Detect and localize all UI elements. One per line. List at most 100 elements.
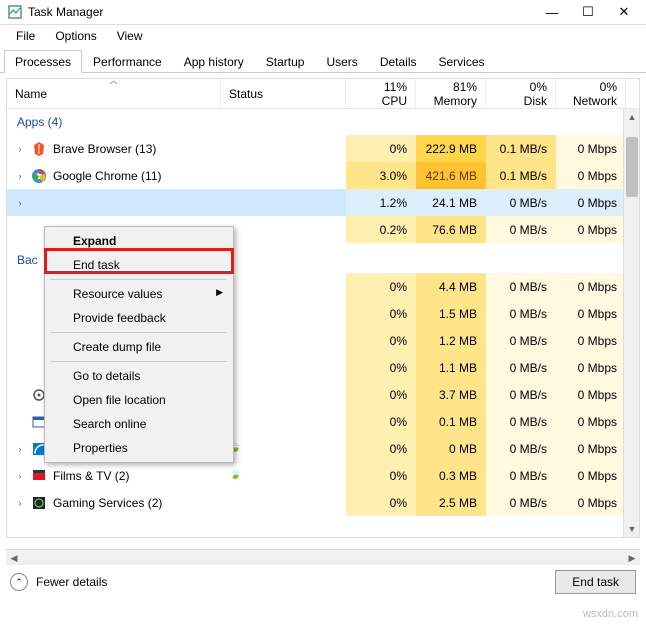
ctx-go-details[interactable]: Go to details: [47, 364, 231, 388]
cell-memory: 0 MB: [416, 435, 486, 462]
expand-toggle-icon[interactable]: ›: [15, 144, 25, 154]
table-row[interactable]: › Films & TV (2) 🍃 0% 0.3 MB 0 MB/s 0 Mb…: [7, 462, 639, 489]
close-button[interactable]: ✕: [606, 0, 642, 24]
cell-cpu: 0%: [346, 135, 416, 162]
col-memory[interactable]: 81% Memory: [416, 79, 486, 108]
cell-disk: 0 MB/s: [486, 381, 556, 408]
expand-toggle-icon[interactable]: ›: [15, 471, 25, 481]
cell-memory: 1.2 MB: [416, 327, 486, 354]
cell-cpu: 0%: [346, 435, 416, 462]
ctx-expand[interactable]: Expand: [47, 229, 231, 253]
cell-network: 0 Mbps: [556, 408, 626, 435]
tabs: Processes Performance App history Startu…: [0, 47, 646, 73]
table-row[interactable]: › Google Chrome (11) 3.0% 421.6 MB 0.1 M…: [7, 162, 639, 189]
expand-toggle-icon[interactable]: ›: [15, 444, 25, 454]
cell-disk: 0.1 MB/s: [486, 162, 556, 189]
cell-status: [221, 216, 346, 243]
tab-processes[interactable]: Processes: [4, 50, 82, 73]
ctx-end-task[interactable]: End task: [47, 253, 231, 277]
cell-memory: 76.6 MB: [416, 216, 486, 243]
ctx-separator: [51, 332, 227, 333]
table-row[interactable]: › Gaming Services (2) 0% 2.5 MB 0 MB/s 0…: [7, 489, 639, 516]
cell-cpu: 1.2%: [346, 189, 416, 216]
menu-view[interactable]: View: [107, 27, 153, 45]
cell-cpu: 0%: [346, 408, 416, 435]
ctx-open-file-location[interactable]: Open file location: [47, 388, 231, 412]
scrollbar-horizontal[interactable]: ◀ ▶: [6, 549, 640, 565]
watermark: wsxdn.com: [583, 608, 638, 620]
window-title: Task Manager: [28, 5, 534, 19]
table-row[interactable]: › 1.2% 24.1 MB 0 MB/s 0 Mbps: [7, 189, 639, 216]
process-name: Brave Browser (13): [53, 142, 156, 156]
cell-disk: 0 MB/s: [486, 435, 556, 462]
cell-disk: 0 MB/s: [486, 408, 556, 435]
ctx-provide-feedback[interactable]: Provide feedback: [47, 306, 231, 330]
cell-status: [221, 381, 346, 408]
col-name[interactable]: ︿ Name: [7, 79, 221, 108]
cell-disk: 0 MB/s: [486, 273, 556, 300]
scrollbar-vertical[interactable]: ▲ ▼: [623, 109, 639, 537]
col-name-label: Name: [15, 87, 212, 101]
fewer-details-toggle[interactable]: ⌃ Fewer details: [10, 573, 107, 591]
cell-name: ›: [7, 189, 221, 216]
col-net-label: Network: [573, 94, 617, 108]
tab-startup[interactable]: Startup: [255, 50, 316, 73]
cell-cpu: 0%: [346, 462, 416, 489]
cell-disk: 0 MB/s: [486, 489, 556, 516]
process-icon: [31, 468, 47, 484]
end-task-button[interactable]: End task: [555, 570, 636, 594]
expand-toggle-icon[interactable]: ›: [15, 498, 25, 508]
cell-memory: 222.9 MB: [416, 135, 486, 162]
process-name: Google Chrome (11): [53, 169, 162, 183]
cell-status: [221, 189, 346, 216]
cell-cpu: 0%: [346, 273, 416, 300]
ctx-search-online[interactable]: Search online: [47, 412, 231, 436]
cell-network: 0 Mbps: [556, 300, 626, 327]
tab-performance[interactable]: Performance: [82, 50, 173, 73]
ctx-expand-label: Expand: [73, 234, 116, 248]
scroll-thumb[interactable]: [626, 137, 638, 197]
sort-indicator-icon: ︿: [110, 78, 118, 86]
menu-options[interactable]: Options: [45, 27, 106, 45]
col-status[interactable]: Status: [221, 79, 346, 108]
ctx-resource-values[interactable]: Resource values ▶: [47, 282, 231, 306]
col-disk[interactable]: 0% Disk: [486, 79, 556, 108]
tab-services[interactable]: Services: [428, 50, 496, 73]
cell-memory: 0.1 MB: [416, 408, 486, 435]
cell-disk: 0 MB/s: [486, 354, 556, 381]
process-icon: [31, 495, 47, 511]
expand-toggle-icon[interactable]: ›: [15, 198, 25, 208]
expand-toggle-icon[interactable]: ›: [15, 171, 25, 181]
cell-memory: 0.3 MB: [416, 462, 486, 489]
cell-memory: 3.7 MB: [416, 381, 486, 408]
cell-status: [221, 354, 346, 381]
cell-name: › Gaming Services (2): [7, 489, 221, 516]
process-icon: [31, 141, 47, 157]
ctx-create-dump[interactable]: Create dump file: [47, 335, 231, 359]
tab-app-history[interactable]: App history: [173, 50, 255, 73]
process-name: Gaming Services (2): [53, 496, 162, 510]
cell-disk: 0 MB/s: [486, 462, 556, 489]
cell-status: [221, 327, 346, 354]
menubar: File Options View: [0, 25, 646, 47]
minimize-button[interactable]: —: [534, 0, 570, 24]
col-cpu[interactable]: 11% CPU: [346, 79, 416, 108]
cell-network: 0 Mbps: [556, 189, 626, 216]
menu-file[interactable]: File: [6, 27, 45, 45]
cell-network: 0 Mbps: [556, 435, 626, 462]
cell-status: [221, 408, 346, 435]
tab-details[interactable]: Details: [369, 50, 428, 73]
cell-network: 0 Mbps: [556, 489, 626, 516]
scroll-up-icon[interactable]: ▲: [624, 109, 640, 125]
scroll-down-icon[interactable]: ▼: [624, 521, 640, 537]
table-row[interactable]: › Brave Browser (13) 0% 222.9 MB 0.1 MB/…: [7, 135, 639, 162]
ctx-properties[interactable]: Properties: [47, 436, 231, 460]
cell-memory: 421.6 MB: [416, 162, 486, 189]
maximize-button[interactable]: ☐: [570, 0, 606, 24]
tab-users[interactable]: Users: [315, 50, 368, 73]
cell-disk: 0 MB/s: [486, 327, 556, 354]
cell-network: 0 Mbps: [556, 462, 626, 489]
col-network[interactable]: 0% Network: [556, 79, 626, 108]
cell-status: [221, 489, 346, 516]
cell-disk: 0 MB/s: [486, 300, 556, 327]
